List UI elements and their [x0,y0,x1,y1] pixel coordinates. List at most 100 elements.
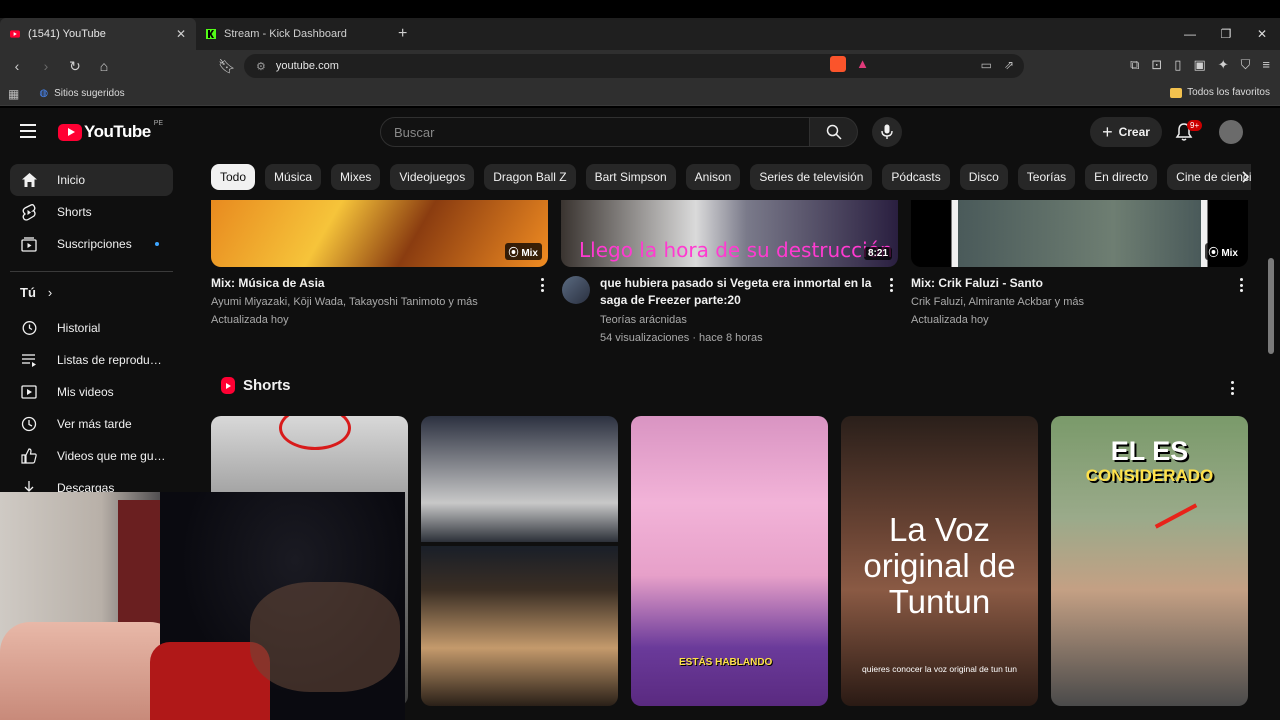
sidebar-divider [10,271,173,272]
shorts-more-icon[interactable] [1231,381,1235,395]
chip-teorias[interactable]: Teorías [1017,164,1076,190]
mix-badge: ⦿ Mix [504,243,542,260]
share-icon[interactable]: ⇗ [1004,58,1014,72]
new-tab-icon[interactable]: + [398,25,407,43]
video-thumbnail[interactable]: Llego la hora de su destrucción 8:21 [561,200,898,267]
tab-youtube[interactable]: (1541) YouTube ✕ [0,18,196,50]
search-input[interactable]: Buscar [380,117,810,147]
voice-search-button[interactable] [872,117,902,147]
youtube-logo[interactable]: YouTube PE [58,119,164,142]
brave-shields-icon[interactable] [830,56,847,72]
chip-videojuegos[interactable]: Videojuegos [390,164,475,190]
sidebar-item-suscripciones[interactable]: Suscripciones [10,228,173,260]
home-browser-icon[interactable]: ⌂ [92,58,116,74]
shorts-icon [20,203,38,221]
close-window-icon[interactable]: ✕ [1244,27,1280,41]
tab-bar: (1541) YouTube ✕ Stream - Kick Dashboard… [0,18,1280,50]
chip-disco[interactable]: Disco [959,164,1008,190]
video-thumbnail[interactable]: ⦿ Mix [911,200,1248,267]
create-button[interactable]: + Crear [1090,117,1162,147]
more-actions-icon[interactable] [1240,278,1244,292]
restore-icon[interactable]: ❐ [1208,27,1244,41]
channel-avatar[interactable] [562,276,590,304]
sidebar-item-label: Historial [57,321,101,335]
mic-icon [881,124,893,139]
close-tab-icon[interactable]: ✕ [176,27,186,41]
mix-icon: ⦿ [508,248,522,259]
sidebar-item-historial[interactable]: Historial [10,312,173,344]
video-title[interactable]: Mix: Música de Asia [211,275,521,292]
screen: (1541) YouTube ✕ Stream - Kick Dashboard… [0,0,1280,720]
wallet-icon[interactable]: ▣ [1193,57,1205,73]
sidebar-item-label: Listas de reproducc... [57,353,167,367]
sidebar-item-label: Suscripciones [57,237,132,251]
video-channel[interactable]: Crik Faluzi, Almirante Ackbar y más [911,293,1231,311]
short-card[interactable]: ESTÁS HABLANDO [631,416,828,706]
page-scrollbar[interactable] [1268,258,1274,354]
shorts-header: Shorts [221,377,291,394]
menu-icon[interactable]: ≡ [1262,57,1270,73]
sidebar-item-my-videos[interactable]: Mis videos [10,376,173,408]
sidebar-item-label: Inicio [57,173,86,187]
all-bookmarks-label: Todos los favoritos [1187,87,1270,98]
playlists-icon [20,351,38,369]
mix-icon: ⦿ [1208,248,1222,259]
sidebar-item-watch-later[interactable]: Ver más tarde [10,408,173,440]
video-title[interactable]: Mix: Crik Faluzi - Santo [911,275,1221,292]
chip-todo[interactable]: Todo [211,164,256,190]
chip-anison[interactable]: Anison [685,164,741,190]
mix-badge: ⦿ Mix [1204,243,1242,260]
bookmark-suggested[interactable]: ◍ Sitios sugeridos [39,88,124,99]
short-card[interactable]: La Voz original de Tuntun quieres conoce… [841,416,1038,706]
chip-musica[interactable]: Música [265,164,322,190]
sidebar-item-inicio[interactable]: Inicio [10,164,173,196]
country-code: PE [153,119,164,127]
apps-grid-icon[interactable]: ▦ [8,87,19,101]
search-button[interactable] [810,117,858,147]
hamburger-menu-icon[interactable] [20,124,36,138]
you-section-header[interactable]: Tú › [20,285,52,300]
duration-badge: 8:21 [863,247,892,260]
folder-icon [1170,87,1183,98]
back-icon[interactable]: ‹ [5,58,29,74]
video-title[interactable]: que hubiera pasado si Vegeta era inmorta… [600,275,882,309]
more-actions-icon[interactable] [541,278,545,292]
vpn-icon[interactable]: ⛉ [1241,57,1251,73]
cast-icon[interactable]: ▭ [981,58,992,72]
account-avatar[interactable] [1219,120,1243,144]
chip-podcasts[interactable]: Pódcasts [882,164,950,190]
forward-icon[interactable]: › [34,58,58,74]
chip-dragon-ball-z[interactable]: Dragon Ball Z [484,164,576,190]
all-bookmarks[interactable]: Todos los favoritos [1170,87,1270,98]
extensions-icon[interactable]: ⧉ [1130,57,1139,73]
address-bar[interactable]: ⚙︎ youtube.com ▭ ⇗ [244,54,1024,78]
video-channel[interactable]: Teorías arácnidas [600,311,687,329]
sidebar-toggle-icon[interactable]: ▯ [1174,57,1181,73]
chip-series-tv[interactable]: Series de televisión [750,164,873,190]
rewards-icon[interactable]: ▲ [856,56,869,71]
tab-kick[interactable]: Stream - Kick Dashboard [196,18,392,50]
more-actions-icon[interactable] [890,278,894,292]
sidebar-item-liked[interactable]: Videos que me gust... [10,440,173,472]
plus-icon: + [1102,122,1113,142]
home-icon [20,171,38,189]
tab-search-icon[interactable]: ⊡ [1151,57,1162,73]
new-content-dot [155,242,159,246]
sidebar-item-playlists[interactable]: Listas de reproducc... [10,344,173,376]
chevron-right-icon[interactable] [1237,168,1255,186]
site-info-icon[interactable]: ⚙︎ [256,60,266,73]
video-channel[interactable]: Ayumi Miyazaki, Kōji Wada, Takayoshi Tan… [211,293,531,311]
chip-mixes[interactable]: Mixes [331,164,381,190]
sidebar-item-shorts[interactable]: Shorts [10,196,173,228]
logo-text: YouTube [84,122,151,141]
bookmark-icon[interactable]: 🔖︎ [215,58,239,75]
short-card[interactable]: EL ES CONSIDERADO [1051,416,1248,706]
my-videos-icon [20,383,38,401]
reload-icon[interactable]: ↻ [63,58,87,75]
leo-icon[interactable]: ✦ [1218,57,1229,73]
chip-bart-simpson[interactable]: Bart Simpson [585,164,676,190]
short-card[interactable] [421,416,618,706]
video-thumbnail[interactable]: ⦿ Mix [211,200,548,267]
chip-en-directo[interactable]: En directo [1085,164,1158,190]
minimize-icon[interactable]: — [1172,27,1208,41]
